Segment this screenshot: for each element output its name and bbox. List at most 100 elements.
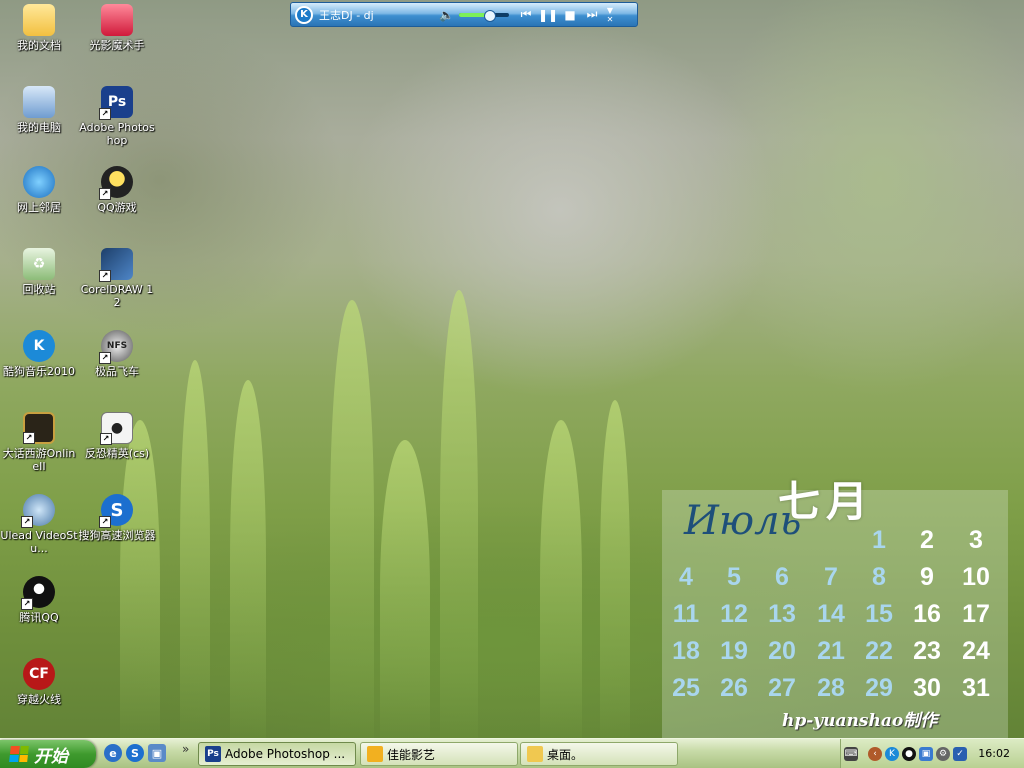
calendar-day: 5	[727, 563, 741, 591]
dahua-xiyou-icon: ↗	[23, 412, 55, 444]
photoshop-icon: Ps ↗	[99, 86, 133, 120]
volume-slider[interactable]	[459, 9, 509, 22]
calendar-day: 3	[969, 526, 983, 554]
show-desktop-icon[interactable]: ▣	[148, 744, 166, 762]
task-photoshop[interactable]: Ps Adobe Photoshop ...	[198, 742, 356, 766]
folder-icon	[23, 4, 55, 36]
task-label: 佳能影艺	[387, 747, 436, 762]
desktop-icon-photoshop[interactable]: Ps ↗ Adobe Photoshop	[78, 86, 156, 147]
system-tray: ⌨ ‹ K ● ▣ ⚙ ✓ 16:02	[840, 739, 1024, 768]
sogou-browser-icon: S ↗	[99, 494, 133, 528]
next-track-icon[interactable]: ⏭	[581, 7, 603, 22]
desktop-icon-my-documents[interactable]: 我的文档	[0, 4, 78, 52]
kugou-icon: K	[23, 330, 55, 362]
nfs-icon: NFS ↗	[99, 330, 133, 364]
desktop-icon-dahua-xiyou[interactable]: ↗ 大话西游OnlineII	[0, 412, 78, 473]
desktop-icon-sogou-browser[interactable]: S ↗ 搜狗高速浏览器	[78, 494, 156, 542]
icon-label: Ulead VideoStu...	[0, 529, 78, 555]
network-tray-icon[interactable]: ▣	[919, 746, 933, 761]
sogou-quick-icon[interactable]: S	[126, 744, 144, 762]
icon-label: 搜狗高速浏览器	[78, 529, 156, 542]
desktop-icon-crossfire[interactable]: CF 穿越火线	[0, 658, 78, 706]
task-desktop-folder[interactable]: 桌面。	[520, 742, 678, 766]
calendar-day: 7	[824, 563, 838, 591]
kugou-mini-player[interactable]: K 王志DJ - dj 🔈 ⏮ ❚❚ ■ ⏭ ▼ ✕	[290, 2, 638, 27]
quick-launch: e S ▣	[104, 744, 166, 762]
network-globe-icon	[23, 166, 55, 198]
security-tray-icon[interactable]: ✓	[953, 746, 967, 761]
volume-tray-icon[interactable]: ⚙	[936, 746, 950, 761]
previous-track-icon[interactable]: ⏮	[515, 7, 537, 22]
desktop-icon-need-for-speed[interactable]: NFS ↗ 极品飞车	[78, 330, 156, 378]
calendar-day: 21	[817, 637, 845, 665]
calendar-day: 27	[768, 674, 796, 702]
calendar-day: 26	[720, 674, 748, 702]
calendar-day: 9	[920, 563, 934, 591]
start-button[interactable]: 开始	[0, 740, 96, 768]
desktop-icon-network[interactable]: 网上邻居	[0, 166, 78, 214]
desktop-icon-kugou[interactable]: K 酷狗音乐2010	[0, 330, 78, 378]
tray-expand-icon[interactable]: ‹	[868, 746, 882, 761]
recycle-bin-icon: ♻	[23, 248, 55, 280]
calendar-day: 17	[962, 600, 990, 628]
player-track-title: 王志DJ - dj	[319, 8, 374, 22]
task-canon-zoombrowser[interactable]: 佳能影艺	[360, 742, 518, 766]
icon-label: Adobe Photoshop	[79, 121, 155, 147]
calendar-day: 20	[768, 637, 796, 665]
icon-label: 我的文档	[17, 39, 61, 52]
calendar-day: 30	[913, 674, 941, 702]
calendar-day: 4	[679, 563, 693, 591]
calendar-day: 24	[962, 637, 990, 665]
calendar-day: 23	[913, 637, 941, 665]
icon-label: 大话西游OnlineII	[2, 447, 76, 473]
icon-label: CorelDRAW 12	[80, 283, 154, 309]
ie-browser-icon[interactable]: e	[104, 744, 122, 762]
kugou-logo-icon: K	[295, 5, 313, 24]
calendar-day: 16	[913, 600, 941, 628]
task-label: Adobe Photoshop ...	[225, 747, 346, 761]
desktop-icon-qq-games[interactable]: ↗ QQ游戏	[78, 166, 156, 214]
calendar-day: 10	[962, 563, 990, 591]
desktop-icon-guangying[interactable]: 光影魔术手	[78, 4, 156, 52]
speaker-icon[interactable]: 🔈	[439, 8, 454, 22]
desktop-icon-coreldraw[interactable]: ↗ CorelDRAW 12	[78, 248, 156, 309]
windows-logo-icon	[9, 746, 29, 762]
calendar-day: 29	[865, 674, 893, 702]
start-label: 开始	[34, 746, 68, 767]
calendar-day: 14	[817, 600, 845, 628]
counter-strike-icon: ● ↗	[100, 412, 133, 445]
desktop-icon-qq[interactable]: ↗ 腾讯QQ	[0, 576, 78, 624]
calendar-day: 31	[962, 674, 990, 702]
task-label: 桌面。	[547, 747, 584, 762]
qq-penguin-icon: ↗	[21, 576, 55, 610]
pause-icon[interactable]: ❚❚	[537, 8, 559, 22]
stop-icon[interactable]: ■	[559, 8, 581, 22]
computer-icon	[23, 86, 55, 118]
qq-tray-icon[interactable]: ●	[902, 746, 916, 761]
desktop-icon-ulead[interactable]: ↗ Ulead VideoStu...	[0, 494, 78, 555]
desktop-icon-counter-strike[interactable]: ● ↗ 反恐精英(cs)	[78, 412, 156, 460]
icon-label: 穿越火线	[17, 693, 61, 706]
guangying-icon	[101, 4, 133, 36]
kugou-tray-icon[interactable]: K	[885, 746, 899, 761]
keyboard-icon[interactable]: ⌨	[844, 746, 858, 761]
player-window-controls[interactable]: ▼ ✕	[603, 6, 617, 24]
desktop-icon-recycle-bin[interactable]: ♻ 回收站	[0, 248, 78, 296]
desktop-icon-my-computer[interactable]: 我的电脑	[0, 86, 78, 134]
calendar-day: 18	[672, 637, 700, 665]
calendar-day: 12	[720, 600, 748, 628]
calendar-day: 15	[865, 600, 893, 628]
calendar-day: 6	[775, 563, 789, 591]
icon-label: QQ游戏	[97, 201, 137, 214]
photoshop-task-icon: Ps	[205, 746, 221, 762]
calendar-day: 13	[768, 600, 796, 628]
clock: 16:02	[978, 747, 1010, 760]
quick-launch-chevron-icon[interactable]: »	[182, 742, 189, 756]
calendar-credit: hp-yuanshao制作	[782, 711, 938, 731]
icon-label: 反恐精英(cs)	[84, 447, 150, 460]
calendar-day: 2	[920, 526, 934, 554]
icon-label: 回收站	[22, 283, 56, 296]
icon-label: 酷狗音乐2010	[3, 365, 75, 378]
volume-knob[interactable]	[484, 9, 496, 22]
calendar-month-russian: Июль	[684, 498, 802, 544]
